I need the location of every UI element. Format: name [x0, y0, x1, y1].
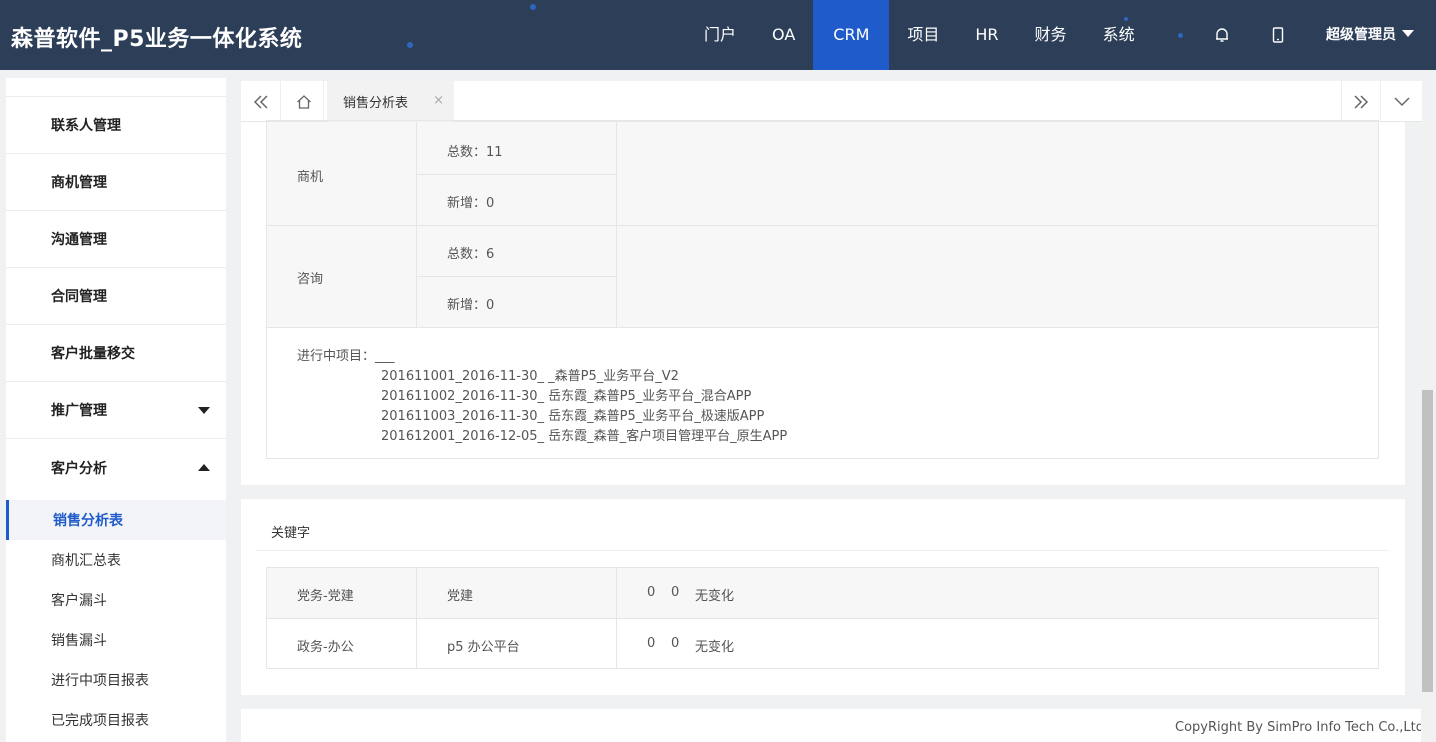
double-chevron-right-icon [1354, 94, 1369, 109]
home-icon [296, 94, 311, 109]
new-count: 新增：0 [447, 196, 495, 211]
keywords-panel: 关键字 党务-党建 党建 0 0 无变化 政务-办公 p5 办公平台 0 0 无… [241, 499, 1405, 695]
keyword-value-b: 0 [671, 585, 680, 600]
divider [267, 618, 1378, 619]
subitem-opportunity-summary[interactable]: 商机汇总表 [6, 540, 226, 580]
category-label: 商机 [297, 170, 324, 185]
sidebar-item-label: 客户批量移交 [51, 346, 135, 362]
divider [267, 225, 1378, 226]
nav-item-finance[interactable]: 财务 [1017, 0, 1085, 70]
nav-item-hr[interactable]: HR [957, 0, 1016, 70]
tab-label: 销售分析表 [343, 96, 409, 111]
scroll-tabs-right-button[interactable] [1341, 81, 1381, 122]
bell-icon[interactable] [1213, 26, 1231, 44]
sidebar-item-bulk-transfer[interactable]: 客户批量移交 [6, 325, 226, 382]
nav-item-project[interactable]: 项目 [889, 0, 957, 70]
sidebar-item-customer-analysis[interactable]: 客户分析 [6, 439, 226, 496]
top-navbar: 森普软件_P5业务一体化系统 门户 OA CRM 项目 HR 财务 系统 超级管… [0, 0, 1436, 70]
summary-panel: 商机 总数：11 新增：0 咨询 总数：6 新增：0 进行中项目：___ 201… [241, 120, 1405, 485]
tab-menu-button[interactable] [1382, 81, 1422, 122]
sidebar-item-opportunities[interactable]: 商机管理 [6, 154, 226, 211]
sidebar-item-promotion[interactable]: 推广管理 [6, 382, 226, 439]
subitem-sales-analysis[interactable]: 销售分析表 [6, 500, 226, 540]
keyword-status: 无变化 [695, 640, 735, 655]
nav-item-portal[interactable]: 门户 [686, 0, 754, 70]
keyword-group: 党务-党建 [297, 589, 354, 604]
nav-item-crm[interactable]: CRM [813, 0, 890, 70]
divider [416, 568, 417, 668]
sidebar-item-communication[interactable]: 沟通管理 [6, 211, 226, 268]
double-chevron-left-icon [253, 94, 268, 109]
chevron-down-icon [1394, 96, 1410, 106]
subitem-ongoing-projects-report[interactable]: 进行中项目报表 [6, 660, 226, 700]
sidebar-item-label: 沟通管理 [51, 232, 107, 248]
row-shade [267, 568, 1378, 618]
sidebar: 联系人管理 商机管理 沟通管理 合同管理 客户批量移交 推广管理 客户分析 销售… [6, 78, 226, 742]
tab-sales-analysis[interactable]: 销售分析表 × [327, 81, 454, 122]
mobile-icon[interactable] [1269, 26, 1287, 44]
subitem-completed-projects-report[interactable]: 已完成项目报表 [6, 700, 226, 740]
sidebar-item-label: 联系人管理 [51, 118, 121, 134]
keyword-value-a: 0 [647, 636, 656, 651]
user-menu[interactable]: 超级管理员 [1326, 24, 1414, 44]
keyword-group: 政务-办公 [297, 640, 354, 655]
copyright-text: CopyRight By SimPro Info Tech Co.,Ltd [1175, 720, 1425, 735]
divider [267, 327, 1378, 328]
sidebar-item-contacts[interactable]: 联系人管理 [6, 97, 226, 154]
scrollbar-thumb[interactable] [1422, 390, 1433, 692]
project-item: 201611001_2016-11-30_ _森普P5_业务平台_V2 [381, 369, 679, 384]
home-tab-button[interactable] [284, 81, 324, 122]
nav-item-system[interactable]: 系统 [1085, 0, 1153, 70]
keyword-value-b: 0 [671, 636, 680, 651]
decor-dot [407, 42, 413, 48]
nav-item-oa[interactable]: OA [754, 0, 813, 70]
category-label: 咨询 [297, 272, 324, 287]
divider [416, 174, 616, 175]
caret-down-icon [198, 407, 210, 414]
total-count: 总数：11 [447, 145, 503, 160]
total-count: 总数：6 [447, 247, 495, 262]
subitem-customer-funnel[interactable]: 客户漏斗 [6, 580, 226, 620]
new-count: 新增：0 [447, 298, 495, 313]
sidebar-item-label: 推广管理 [51, 403, 107, 419]
chevron-down-icon [1402, 30, 1414, 37]
project-item: 201612001_2016-12-05_ 岳东霞_森普_客户项目管理平台_原生… [381, 429, 788, 444]
subitem-sales-funnel[interactable]: 销售漏斗 [6, 620, 226, 660]
divider [616, 568, 617, 668]
keyword: p5 办公平台 [447, 640, 520, 655]
sidebar-item-label: 客户分析 [51, 460, 107, 477]
scroll-tabs-left-button[interactable] [241, 81, 281, 122]
tab-bar: 销售分析表 × [241, 81, 1422, 122]
sidebar-item-label: 合同管理 [51, 289, 107, 305]
keyword-status: 无变化 [695, 589, 735, 604]
keyword: 党建 [447, 589, 474, 604]
section-title: 关键字 [271, 526, 311, 541]
keyword-value-a: 0 [647, 585, 656, 600]
divider [256, 550, 1389, 551]
main-nav: 门户 OA CRM 项目 HR 财务 系统 [686, 0, 1153, 70]
projects-label: 进行中项目：___ [297, 349, 395, 364]
divider [416, 276, 616, 277]
sidebar-item-contracts[interactable]: 合同管理 [6, 268, 226, 325]
decor-dot [530, 4, 536, 10]
app-title: 森普软件_P5业务一体化系统 [11, 27, 303, 52]
sidebar-item-label: 商机管理 [51, 175, 107, 191]
decor-dot [1178, 33, 1183, 38]
caret-up-icon [198, 464, 210, 471]
project-item: 201611002_2016-11-30_ 岳东霞_森普P5_业务平台_混合AP… [381, 389, 752, 404]
close-icon[interactable]: × [433, 93, 444, 108]
user-name: 超级管理员 [1326, 27, 1396, 43]
project-item: 201611003_2016-11-30_ 岳东霞_森普P5_业务平台_极速版A… [381, 409, 765, 424]
